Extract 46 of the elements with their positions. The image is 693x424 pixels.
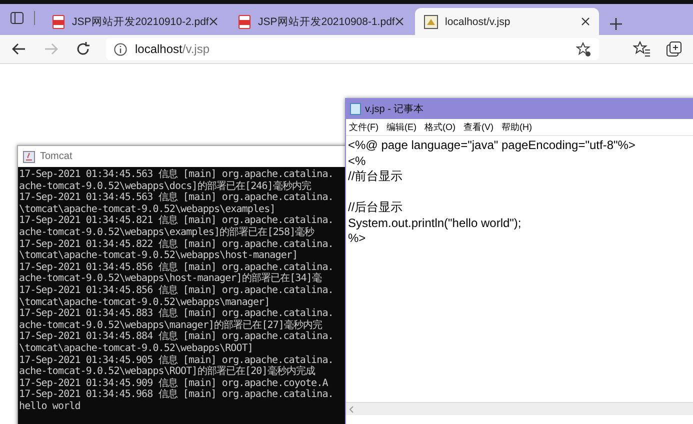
menu-item[interactable]: 帮助(H) [502,120,532,134]
address-bar[interactable]: localhost/v.jsp [106,38,599,60]
console-line: 17-Sep-2021 01:34:45.821 信息 [main] org.apache.catalina. [19,215,334,226]
console-line: ache-tomcat-9.0.52\webapps\manager]的部署已在[27]毫秒内完 [19,320,324,331]
console-line: 17-Sep-2021 01:34:45.822 信息 [main] org.apache.catalina. [19,238,334,250]
console-line: ache-tomcat-9.0.52\webapps\host-manager]的部署已在[34]毫 [19,273,322,284]
console-line: 17-Sep-2021 01:34:45.856 信息 [main] org.apache.catalina. [19,262,334,273]
console-line: ache-tomcat-9.0.52\webapps\ROOT]的部署已在[20]毫秒内完成 [19,366,316,378]
collections-icon[interactable] [665,40,683,58]
console-line: \tomcat\apache-tomcat-9.0.52\webapps\examples] [19,204,276,215]
page-icon [424,14,438,28]
console-line: 17-Sep-2021 01:34:45.563 信息 [main] org.apache.catalina. [19,192,334,204]
close-icon[interactable] [395,17,404,26]
console-line: 17-Sep-2021 01:34:45.563 信息 [main] org.apache.catalina. [19,169,334,180]
menu-item[interactable]: 格式(O) [424,120,456,134]
console-line: 17-Sep-2021 01:34:45.884 信息 [main] org.apache.catalina. [19,331,334,343]
browser-tab[interactable]: localhost/v.jsp [415,8,599,35]
favorites-icon[interactable] [633,40,651,58]
pdf-icon [238,14,251,28]
console-line: \tomcat\apache-tomcat-9.0.52\webapps\ROOT] [19,342,254,354]
console-line: \tomcat\apache-tomcat-9.0.52\webapps\host-manager] [19,250,299,262]
console-line: 17-Sep-2021 01:34:45.905 信息 [main] org.apache.catalina. [19,354,334,366]
console-line: 17-Sep-2021 01:34:45.909 信息 [main] org.apache.coyote.A [19,378,329,389]
console-line: hello world [19,400,82,412]
new-tab-icon[interactable] [609,17,623,31]
browser-tab[interactable]: JSP网站开发20210910-2.pdf [43,8,227,35]
info-icon[interactable] [114,42,127,56]
console-line: 17-Sep-2021 01:34:45.968 信息 [main] org.apache.catalina. [19,389,334,401]
browser-tab[interactable]: JSP网站开发20210908-1.pdf [229,8,413,35]
menu-item[interactable]: 查看(V) [464,120,494,134]
window-title: Tomcat [40,151,72,162]
console-line: 17-Sep-2021 01:34:45.856 信息 [main] org.apache.catalina. [19,284,334,297]
menu-item[interactable]: 文件(F) [349,120,378,134]
pdf-icon [52,14,65,28]
console-line: 17-Sep-2021 01:34:45.883 信息 [main] org.apache.catalina. [19,308,334,320]
favorite-add-icon[interactable] [576,42,591,56]
horizontal-scrollbar[interactable] [346,402,693,415]
menu-item[interactable]: 编辑(E) [386,120,416,134]
console-line: ache-tomcat-9.0.52\webapps\docs]的部署已在[246]毫秒内完 [19,180,312,192]
window-title: v.jsp - 记事本 [365,102,424,116]
tab-actions-icon[interactable] [10,11,24,25]
close-icon[interactable] [209,17,218,26]
console-line: \tomcat\apache-tomcat-9.0.52\webapps\manager] [19,296,271,308]
notepad-icon [350,103,361,115]
close-icon[interactable] [581,17,590,26]
console-line: ache-tomcat-9.0.52\webapps\examples]的部署已在[258]毫秒 [19,226,316,238]
